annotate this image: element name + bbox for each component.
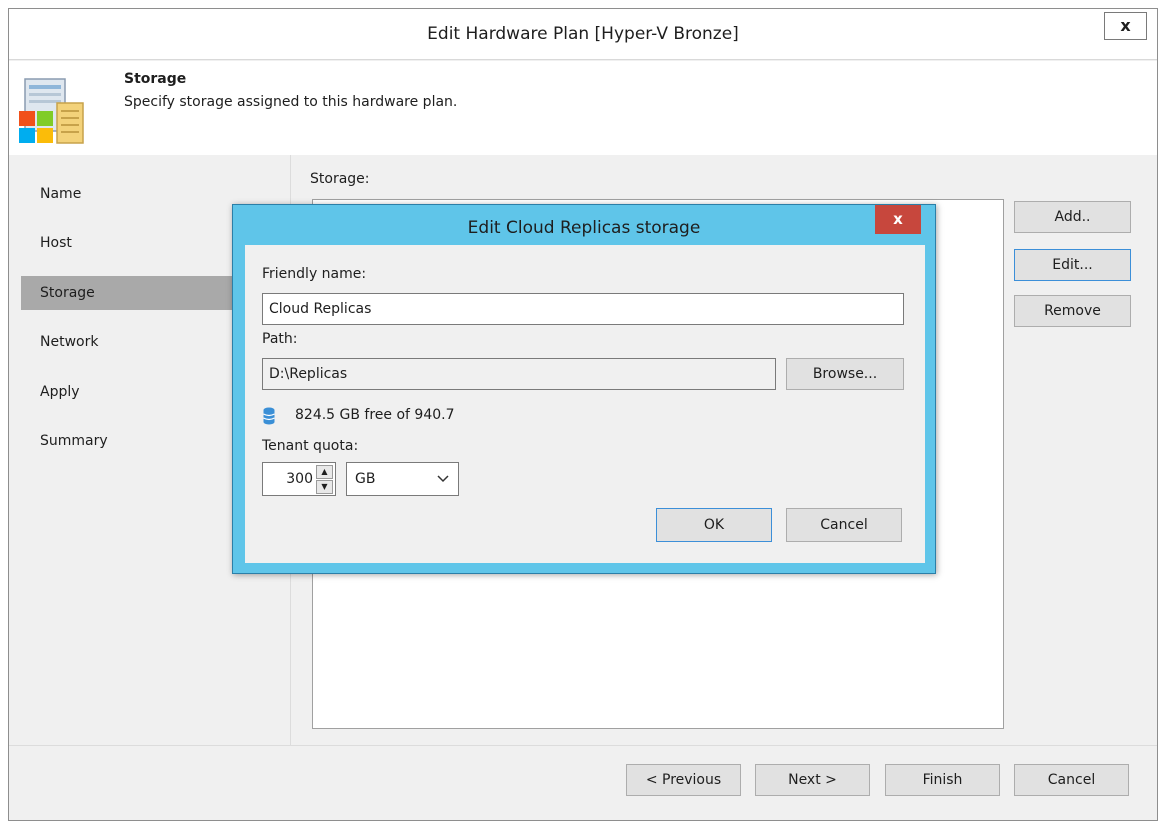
- cancel-button[interactable]: Cancel: [1014, 764, 1129, 796]
- spin-up-icon[interactable]: ▲: [316, 465, 333, 479]
- step-description: Specify storage assigned to this hardwar…: [124, 94, 458, 110]
- tenant-quota-label: Tenant quota:: [262, 438, 359, 454]
- dialog-cancel-button[interactable]: Cancel: [786, 508, 902, 542]
- window-title: Edit Hardware Plan [Hyper-V Bronze]: [427, 24, 739, 44]
- edit-storage-button[interactable]: Edit...: [1014, 249, 1131, 281]
- free-space-text: 824.5 GB free of 940.7: [295, 407, 455, 423]
- window-titlebar: Edit Hardware Plan [Hyper-V Bronze] x: [9, 9, 1157, 60]
- quota-unit-select[interactable]: GB: [346, 462, 459, 496]
- window-close-button[interactable]: x: [1104, 12, 1147, 40]
- friendly-name-field[interactable]: Cloud Replicas: [262, 293, 904, 325]
- dialog-close-button[interactable]: x: [875, 205, 921, 234]
- quota-unit-value: GB: [355, 471, 376, 487]
- ok-button[interactable]: OK: [656, 508, 772, 542]
- storage-list-label: Storage:: [310, 171, 370, 187]
- spin-down-icon[interactable]: ▼: [316, 480, 333, 494]
- hardware-plan-icon: [19, 78, 84, 144]
- previous-button[interactable]: < Previous: [626, 764, 741, 796]
- add-storage-button[interactable]: Add..: [1014, 201, 1131, 233]
- browse-button[interactable]: Browse...: [786, 358, 904, 390]
- next-button[interactable]: Next >: [755, 764, 870, 796]
- friendly-name-label: Friendly name:: [262, 266, 367, 282]
- dialog-body: Friendly name: Cloud Replicas Path: D:\R…: [245, 245, 925, 563]
- path-label: Path:: [262, 331, 298, 347]
- remove-storage-button[interactable]: Remove: [1014, 295, 1131, 327]
- path-field[interactable]: D:\Replicas: [262, 358, 776, 390]
- chevron-down-icon: [437, 475, 449, 483]
- step-title: Storage: [124, 71, 187, 87]
- tenant-quota-stepper[interactable]: 300 ▲ ▼: [262, 462, 336, 496]
- dialog-title: Edit Cloud Replicas storage: [467, 218, 701, 238]
- edit-storage-dialog: Edit Cloud Replicas storage x Friendly n…: [232, 204, 936, 574]
- footer-divider: [9, 745, 1157, 746]
- finish-button[interactable]: Finish: [885, 764, 1000, 796]
- database-icon: [263, 407, 275, 425]
- quota-value: 300: [286, 471, 313, 487]
- wizard-header: Storage Specify storage assigned to this…: [9, 61, 1157, 155]
